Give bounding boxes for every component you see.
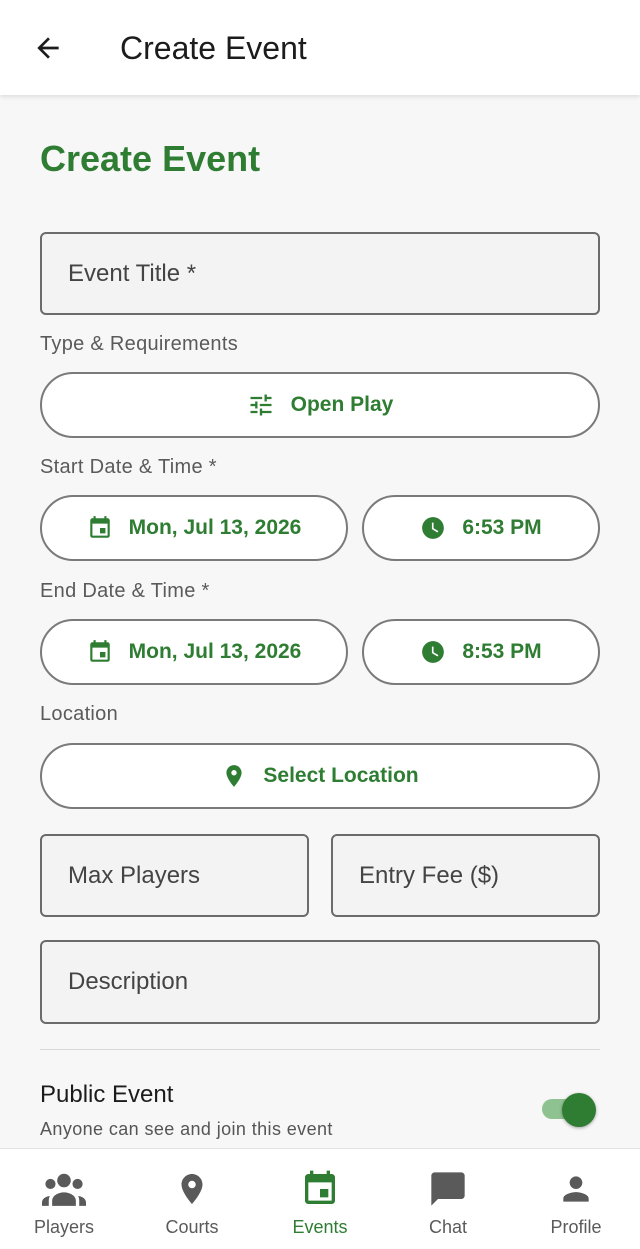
end-datetime-label: End Date & Time * xyxy=(40,580,210,602)
calendar-icon xyxy=(89,640,110,662)
nav-item-courts[interactable]: Courts xyxy=(128,1149,256,1249)
start-date-button[interactable]: Mon, Jul 13, 2026 xyxy=(40,495,348,561)
end-time-button[interactable]: 8:53 PM xyxy=(362,619,600,685)
nav-label-profile: Profile xyxy=(550,1217,602,1237)
end-time-value: 8:53 PM xyxy=(462,640,542,663)
calendar-icon xyxy=(89,516,110,538)
nav-item-events[interactable]: Events xyxy=(256,1149,384,1249)
start-time-button[interactable]: 6:53 PM xyxy=(362,495,600,561)
toggle-thumb xyxy=(562,1093,596,1127)
location-pin-icon xyxy=(226,765,242,787)
event-title-field[interactable]: Event Title * xyxy=(40,232,600,315)
nav-label-events: Events xyxy=(292,1217,348,1237)
event-title-placeholder: Event Title * xyxy=(68,259,197,287)
type-requirements-button[interactable]: Open Play xyxy=(40,372,600,438)
location-pin-icon xyxy=(181,1174,203,1204)
start-time-value: 6:53 PM xyxy=(462,516,542,539)
public-event-subtitle: Anyone can see and join this event xyxy=(40,1119,333,1139)
bottom-navigation: Players Courts Events Chat Profile xyxy=(0,1148,640,1249)
description-field[interactable]: Description xyxy=(40,940,600,1024)
form-content: Create Event Event Title * Type & Requir… xyxy=(0,95,640,1148)
end-date-value: Mon, Jul 13, 2026 xyxy=(128,640,302,663)
max-players-field[interactable]: Max Players xyxy=(40,834,309,917)
nav-label-chat: Chat xyxy=(428,1217,468,1237)
nav-item-players[interactable]: Players xyxy=(0,1149,128,1249)
description-placeholder: Description xyxy=(68,968,189,995)
nav-item-profile[interactable]: Profile xyxy=(512,1149,640,1249)
public-event-title: Public Event xyxy=(40,1081,174,1108)
arrow-back-icon xyxy=(37,37,59,59)
tune-icon xyxy=(250,394,272,416)
entry-fee-placeholder: Entry Fee ($) xyxy=(359,861,500,889)
app-bar: Create Event xyxy=(0,0,640,95)
person-icon xyxy=(563,1176,589,1202)
divider xyxy=(40,1049,600,1050)
chat-icon xyxy=(431,1172,465,1206)
app-bar-title: Create Event xyxy=(120,30,307,66)
type-requirements-label: Type & Requirements xyxy=(40,333,239,355)
max-players-placeholder: Max Players xyxy=(68,861,201,889)
back-button[interactable] xyxy=(28,28,68,68)
clock-icon xyxy=(422,641,445,663)
page-title: Create Event xyxy=(40,138,261,179)
entry-fee-field[interactable]: Entry Fee ($) xyxy=(331,834,600,917)
end-date-button[interactable]: Mon, Jul 13, 2026 xyxy=(40,619,348,685)
type-requirements-value: Open Play xyxy=(290,393,394,416)
nav-label-courts: Courts xyxy=(165,1217,219,1237)
calendar-icon xyxy=(305,1170,335,1204)
start-date-value: Mon, Jul 13, 2026 xyxy=(128,516,302,539)
nav-label-players: Players xyxy=(33,1217,95,1237)
location-label: Location xyxy=(40,703,119,725)
clock-icon xyxy=(422,517,445,539)
public-event-toggle[interactable] xyxy=(540,1093,596,1127)
nav-item-chat[interactable]: Chat xyxy=(384,1149,512,1249)
select-location-button[interactable]: Select Location xyxy=(40,743,600,809)
select-location-label: Select Location xyxy=(263,764,419,787)
people-icon xyxy=(42,1173,86,1206)
start-datetime-label: Start Date & Time * xyxy=(40,456,217,478)
